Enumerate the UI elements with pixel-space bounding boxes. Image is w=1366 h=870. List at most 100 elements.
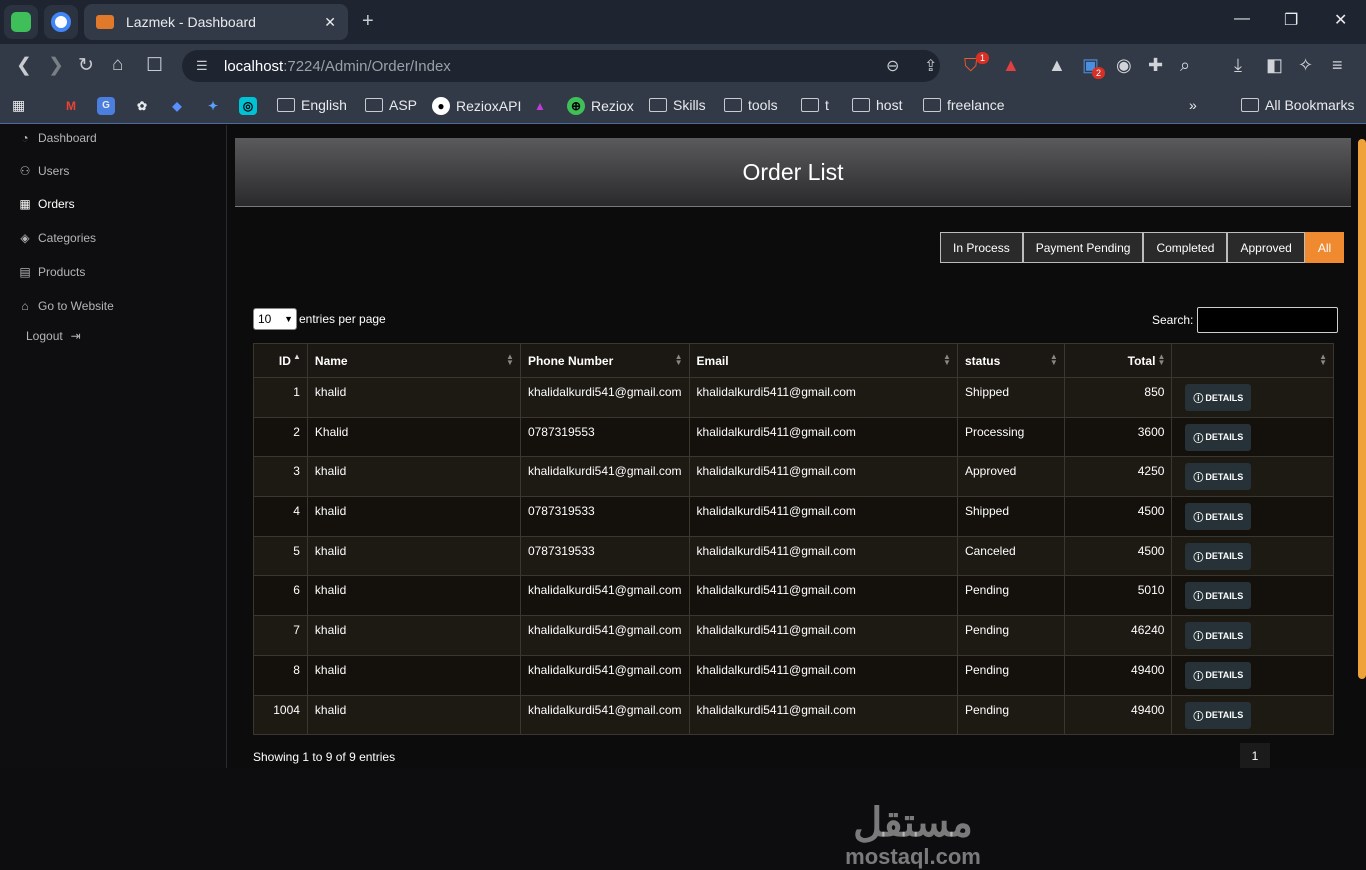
cell-actions: ⓘ DETAILS — [1171, 496, 1334, 537]
cell-total: 3600 — [1063, 416, 1173, 458]
cell-name: Khalid — [306, 416, 521, 458]
details-button[interactable]: ⓘ DETAILS — [1185, 542, 1252, 570]
reload-icon[interactable]: ↻ — [78, 54, 94, 77]
bookmark-reziox[interactable]: ⊕ Reziox — [567, 97, 634, 115]
details-button[interactable]: ⓘ DETAILS — [1185, 701, 1252, 729]
details-button[interactable]: ⓘ DETAILS — [1185, 384, 1252, 411]
info-icon: ⓘ — [1193, 394, 1204, 405]
all-bookmarks[interactable]: All Bookmarks — [1241, 97, 1354, 113]
gemini-icon[interactable]: ✦ — [204, 97, 222, 115]
cell-name: khalid — [306, 615, 521, 656]
minimize-icon[interactable]: — — [1234, 10, 1250, 28]
pagination-page-1[interactable]: 1 — [1240, 743, 1270, 768]
sidebar-item-website[interactable]: ⌂ Go to Website — [18, 299, 113, 313]
col-status-header[interactable]: status ▲ ▼ — [956, 343, 1065, 378]
share-icon[interactable]: ⇪ — [924, 56, 937, 76]
details-button[interactable]: ⓘ DETAILS — [1185, 503, 1252, 531]
window-close-icon[interactable]: ✕ — [1334, 10, 1347, 30]
filter-payment-pending-button[interactable]: Payment Pending — [1022, 232, 1144, 263]
chatgpt-icon[interactable]: ✿ — [133, 97, 151, 115]
sidebar-item-dashboard[interactable]: ◔ Dashboard — [18, 131, 96, 145]
cell-name: khalid — [306, 654, 521, 696]
cell-actions: ⓘ DETAILS — [1171, 575, 1334, 617]
col-email-header[interactable]: Email ▲ ▼ — [688, 343, 958, 378]
globe-icon: ⊕ — [567, 97, 585, 115]
angular-icon[interactable]: ▲ — [531, 97, 549, 115]
sidebar-item-categories[interactable]: ◈ Categories — [18, 231, 96, 245]
cell-id: 6 — [253, 575, 308, 617]
pinned-tab-google[interactable] — [44, 5, 78, 39]
entries-per-page-label: entries per page — [299, 312, 386, 326]
col-total-header[interactable]: Total ▲ ▼ — [1063, 343, 1173, 378]
sidebar-item-products[interactable]: ▤ Products — [18, 265, 85, 279]
more-bookmarks-icon[interactable]: » — [1189, 97, 1197, 113]
page-title: Order List — [235, 138, 1351, 207]
details-button[interactable]: ⓘ DETAILS — [1185, 622, 1252, 650]
home-icon[interactable]: ⌂ — [112, 54, 123, 76]
table-row: 5 khalid 0787319533 khalidalkurdi5411@gmail… — [253, 535, 1334, 577]
site-settings-icon[interactable]: ☰ — [196, 58, 208, 74]
col-actions-header[interactable]: ▲ ▼ — [1171, 343, 1334, 378]
cell-status: Pending — [956, 654, 1065, 696]
bookmark-asp[interactable]: ASP — [365, 97, 417, 113]
bookmark-tools[interactable]: tools — [724, 97, 778, 113]
deepseek-icon[interactable]: ◆ — [168, 97, 186, 115]
download-icon[interactable]: ⤓ — [1234, 55, 1242, 76]
close-tab-icon[interactable]: ✕ — [324, 14, 336, 31]
apps-grid-icon[interactable]: ▦ — [12, 97, 25, 114]
scrollbar[interactable] — [1358, 139, 1366, 679]
forward-icon[interactable]: ❯ — [48, 54, 64, 77]
search-input[interactable] — [1197, 307, 1339, 333]
table-row: 1 khalid khalidalkurdi541@gmail.com khalida… — [253, 377, 1334, 418]
details-button[interactable]: ⓘ DETAILS — [1185, 582, 1252, 610]
bookmark-english[interactable]: English — [277, 97, 347, 113]
bookmark-host[interactable]: host — [852, 97, 902, 113]
sort-icon: ▲ ▼ — [674, 352, 683, 367]
col-name-header[interactable]: Name ▲ ▼ — [306, 343, 521, 378]
sidebar-toggle-icon[interactable]: ◧ — [1266, 55, 1283, 76]
filter-all-button[interactable]: All — [1304, 232, 1345, 263]
cell-email: khalidalkurdi5411@gmail.com — [688, 575, 958, 617]
details-button[interactable]: ⓘ DETAILS — [1185, 463, 1252, 491]
sidebar-item-orders[interactable]: ▦ Orders — [18, 197, 74, 211]
tool-icon[interactable]: ◎ — [239, 97, 257, 115]
folder-icon — [801, 98, 819, 112]
cell-email: khalidalkurdi5411@gmail.com — [688, 654, 958, 696]
speedometer-icon[interactable]: ◉ — [1116, 55, 1132, 76]
pinned-tab-app[interactable] — [4, 5, 38, 39]
filter-in-process-button[interactable]: In Process — [940, 232, 1023, 263]
active-tab[interactable]: Lazmek - Dashboard ✕ — [84, 4, 348, 40]
filter-approved-button[interactable]: Approved — [1227, 232, 1305, 263]
translate-icon[interactable]: G — [97, 97, 115, 115]
back-icon[interactable]: ❮ — [16, 54, 32, 77]
zoom-icon[interactable]: ⊖ — [886, 56, 899, 76]
details-button[interactable]: ⓘ DETAILS — [1185, 661, 1252, 689]
sidebar-item-users[interactable]: ⚇ Users — [18, 164, 70, 178]
leo-ai-icon[interactable]: ✧ — [1298, 55, 1313, 76]
col-id-header[interactable]: ID ▲ — [253, 343, 308, 378]
tab-title: Lazmek - Dashboard — [126, 14, 256, 30]
bookmark-t[interactable]: t — [801, 97, 829, 113]
entries-per-page-select[interactable]: 10 ▼ — [253, 308, 297, 330]
cell-status: Shipped — [956, 496, 1065, 537]
filter-completed-button[interactable]: Completed — [1143, 232, 1228, 263]
gmail-icon[interactable]: M — [62, 97, 80, 115]
extensions-puzzle-icon[interactable]: ✚ — [1148, 55, 1163, 76]
details-button[interactable]: ⓘ DETAILS — [1185, 423, 1252, 451]
reader-icon[interactable]: ⌕ — [1180, 55, 1190, 76]
folder-icon — [1241, 98, 1259, 112]
menu-icon[interactable]: ≡ — [1332, 55, 1343, 76]
extension-mountain-icon[interactable]: ▲ — [1048, 55, 1066, 76]
new-tab-icon[interactable]: + — [362, 10, 374, 33]
cell-email: khalidalkurdi5411@gmail.com — [688, 615, 958, 656]
logout-link[interactable]: Logout ⇥ — [26, 329, 83, 343]
brave-rewards-icon[interactable]: ▲ — [1002, 55, 1020, 76]
bookmark-icon[interactable]: ☐ — [146, 54, 163, 77]
bookmark-freelance[interactable]: freelance — [923, 97, 1005, 113]
col-phone-header[interactable]: Phone Number ▲ ▼ — [519, 343, 690, 378]
bookmark-rezioxapi[interactable]: ● RezioxAPI — [432, 97, 521, 115]
maximize-icon[interactable]: ❐ — [1284, 10, 1298, 30]
sort-icon: ▲ ▼ — [1157, 352, 1166, 367]
address-bar[interactable]: ☰ localhost:7224/Admin/Order/Index ⊖ ⇪ — [182, 50, 940, 82]
bookmark-skills[interactable]: Skills — [649, 97, 706, 113]
